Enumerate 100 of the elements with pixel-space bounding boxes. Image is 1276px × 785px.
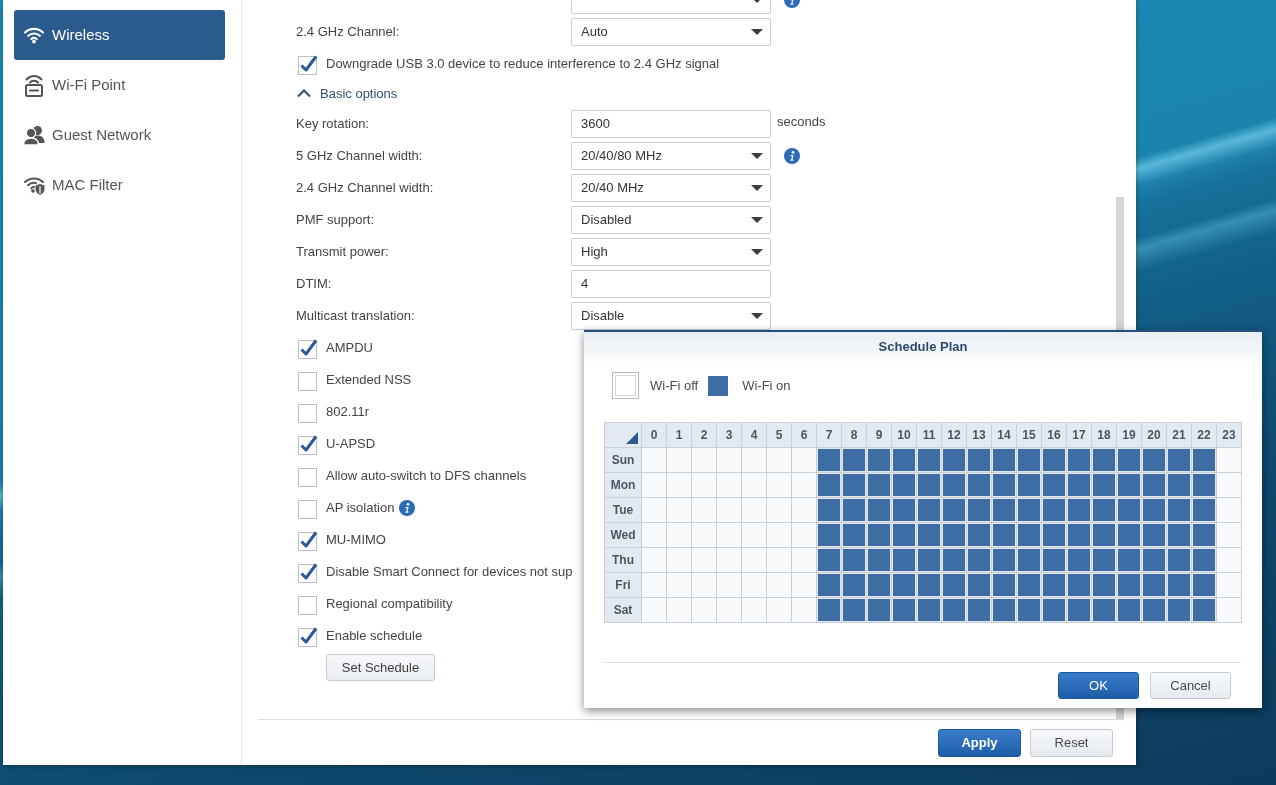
schedule-cell[interactable] [1167,448,1192,473]
schedule-cell[interactable] [1092,548,1117,573]
schedule-cell[interactable] [867,523,892,548]
schedule-cell[interactable] [1017,448,1042,473]
dropdown[interactable]: Auto [571,17,771,46]
schedule-cell[interactable] [642,498,667,523]
schedule-cell[interactable] [1142,448,1167,473]
schedule-cell[interactable] [1217,548,1242,573]
text-field[interactable]: 4 [571,269,771,298]
schedule-cell[interactable] [1167,548,1192,573]
schedule-cell[interactable] [1217,498,1242,523]
schedule-cell[interactable] [692,473,717,498]
schedule-cell[interactable] [1217,523,1242,548]
schedule-cell[interactable] [792,548,817,573]
schedule-cell[interactable] [717,473,742,498]
schedule-cell[interactable] [692,598,717,623]
schedule-cell[interactable] [717,548,742,573]
schedule-cell[interactable] [767,598,792,623]
schedule-cell[interactable] [742,573,767,598]
set-schedule-button[interactable]: Set Schedule [326,654,435,681]
schedule-cell[interactable] [1092,598,1117,623]
schedule-cell[interactable] [867,548,892,573]
schedule-cell[interactable] [1017,498,1042,523]
schedule-cell[interactable] [1017,548,1042,573]
schedule-cell[interactable] [817,548,842,573]
schedule-cell[interactable] [867,473,892,498]
schedule-cell[interactable] [942,473,967,498]
schedule-cell[interactable] [642,448,667,473]
schedule-cell[interactable] [967,498,992,523]
schedule-cell[interactable] [1092,498,1117,523]
schedule-cell[interactable] [917,598,942,623]
schedule-cell[interactable] [842,598,867,623]
schedule-cell[interactable] [892,598,917,623]
schedule-cell[interactable] [917,523,942,548]
schedule-cell[interactable] [1042,573,1067,598]
schedule-cell[interactable] [642,548,667,573]
schedule-cell[interactable] [667,473,692,498]
schedule-cell[interactable] [817,498,842,523]
schedule-cell[interactable] [942,548,967,573]
schedule-cell[interactable] [1092,448,1117,473]
schedule-cell[interactable] [867,498,892,523]
schedule-cell[interactable] [1142,523,1167,548]
schedule-cell[interactable] [1067,598,1092,623]
schedule-cell[interactable] [1042,448,1067,473]
schedule-cell[interactable] [942,498,967,523]
schedule-cell[interactable] [742,598,767,623]
schedule-cell[interactable] [767,573,792,598]
schedule-cell[interactable] [1192,498,1217,523]
schedule-cell[interactable] [942,573,967,598]
schedule-cell[interactable] [1192,573,1217,598]
schedule-cell[interactable] [992,498,1017,523]
ok-button[interactable]: OK [1058,672,1139,699]
schedule-cell[interactable] [1067,498,1092,523]
schedule-cell[interactable] [1067,473,1092,498]
schedule-cell[interactable] [1192,448,1217,473]
schedule-cell[interactable] [917,448,942,473]
schedule-cell[interactable] [667,598,692,623]
schedule-cell[interactable] [642,523,667,548]
dropdown[interactable]: Disabled [571,205,771,234]
schedule-cell[interactable] [1042,548,1067,573]
schedule-cell[interactable] [717,598,742,623]
schedule-cell[interactable] [967,598,992,623]
schedule-cell[interactable] [1142,498,1167,523]
schedule-cell[interactable] [692,573,717,598]
schedule-cell[interactable] [892,498,917,523]
schedule-cell[interactable] [892,448,917,473]
schedule-cell[interactable] [1067,548,1092,573]
schedule-cell[interactable] [1192,548,1217,573]
schedule-cell[interactable] [767,498,792,523]
schedule-cell[interactable] [1117,523,1142,548]
schedule-cell[interactable] [1092,573,1117,598]
schedule-cell[interactable] [1117,498,1142,523]
schedule-cell[interactable] [917,548,942,573]
sidebar-item[interactable]: Guest Network [14,110,225,160]
sidebar-item[interactable]: MAC Filter [14,160,225,210]
schedule-cell[interactable] [1042,498,1067,523]
dropdown[interactable]: Disable [571,301,771,330]
schedule-cell[interactable] [717,448,742,473]
schedule-cell[interactable] [1142,473,1167,498]
schedule-cell[interactable] [992,473,1017,498]
schedule-cell[interactable] [1142,573,1167,598]
schedule-cell[interactable] [1067,573,1092,598]
schedule-cell[interactable] [667,548,692,573]
schedule-cell[interactable] [892,473,917,498]
schedule-cell[interactable] [667,523,692,548]
schedule-cell[interactable] [767,523,792,548]
reset-button[interactable]: Reset [1030,728,1113,757]
schedule-cell[interactable] [1192,473,1217,498]
schedule-cell[interactable] [792,573,817,598]
schedule-cell[interactable] [1042,473,1067,498]
schedule-cell[interactable] [967,523,992,548]
schedule-cell[interactable] [1117,473,1142,498]
schedule-cell[interactable] [692,523,717,548]
schedule-cell[interactable] [642,573,667,598]
schedule-cell[interactable] [967,573,992,598]
schedule-cell[interactable] [1142,548,1167,573]
schedule-cell[interactable] [742,498,767,523]
schedule-cell[interactable] [892,548,917,573]
schedule-cell[interactable] [792,448,817,473]
schedule-cell[interactable] [1017,473,1042,498]
